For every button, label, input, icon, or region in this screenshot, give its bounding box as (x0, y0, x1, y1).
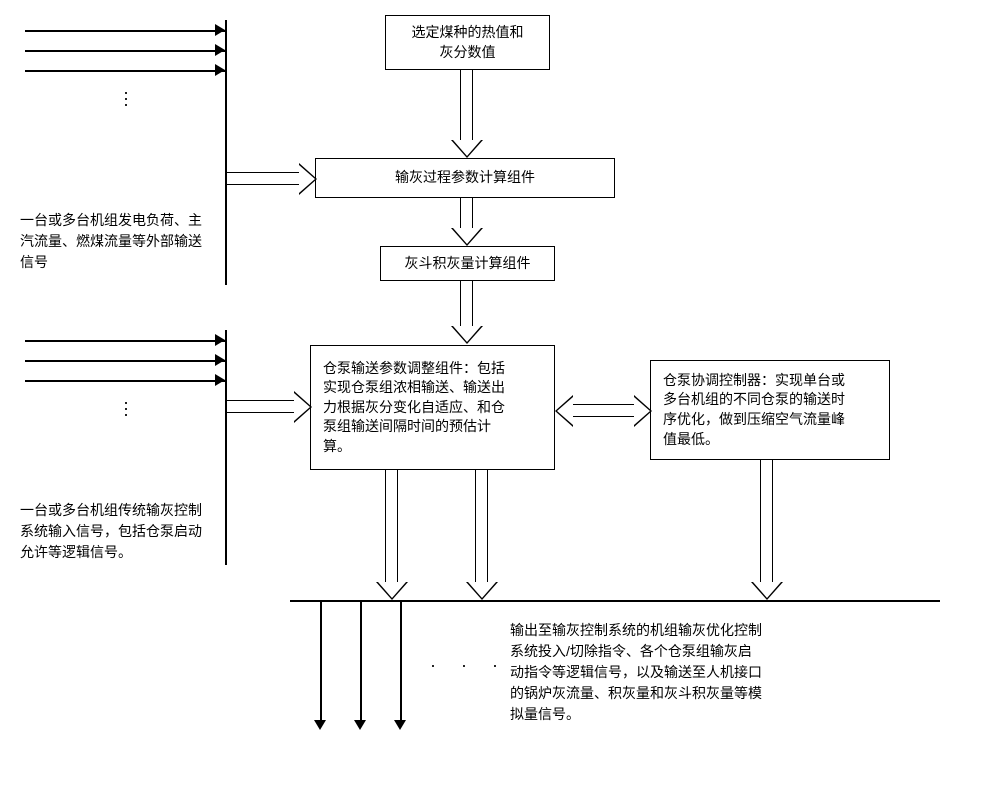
input-arrow-b3-head (215, 374, 225, 386)
dots-output: · · · (430, 655, 508, 676)
output-bus (290, 600, 940, 602)
input-bus-bottom (225, 330, 227, 565)
output-arrow-3-head (394, 720, 406, 730)
input-arrow-b1 (25, 340, 225, 342)
param-adjust-text: 仓泵输送参数调整组件：包括 实现仓泵组浓相输送、输送出 力根据灰分变化自适应、和… (323, 359, 505, 457)
arrow-coord-to-param-left (573, 404, 634, 417)
output-arrow-2-head (354, 720, 366, 730)
input-arrow-1 (25, 30, 225, 32)
input-arrow-b1-head (215, 334, 225, 346)
input-bus-top (225, 20, 227, 285)
input-arrow-2-head (215, 44, 225, 56)
arrow-coord-to-bus (760, 460, 773, 582)
hopper-calc-box: 灰斗积灰量计算组件 (380, 246, 555, 281)
arrow-hopper-to-param (460, 281, 473, 326)
output-arrow-1-head (314, 720, 326, 730)
input-top-label: 一台或多台机组发电负荷、主 汽流量、燃煤流量等外部输送 信号 (20, 210, 220, 273)
input-bottom-label: 一台或多台机组传统输灰控制 系统输入信号，包括仓泵启动 允许等逻辑信号。 (20, 500, 220, 563)
dots-bottom: ⋯ (115, 400, 137, 422)
input-arrow-b2-head (215, 354, 225, 366)
arrow-bus-to-param (227, 400, 294, 413)
hopper-calc-text: 灰斗积灰量计算组件 (405, 254, 531, 274)
coordinator-box: 仓泵协调控制器：实现单台或 多台机组的不同仓泵的输送时 序优化，做到压缩空气流量… (650, 360, 890, 460)
output-arrow-2 (360, 600, 362, 720)
input-arrow-3-head (215, 64, 225, 76)
param-adjust-box: 仓泵输送参数调整组件：包括 实现仓泵组浓相输送、输送出 力根据灰分变化自适应、和… (310, 345, 555, 470)
arrow-process-to-hopper (460, 198, 473, 228)
process-calc-text: 输灰过程参数计算组件 (395, 168, 535, 188)
coordinator-text: 仓泵协调控制器：实现单台或 多台机组的不同仓泵的输送时 序优化，做到压缩空气流量… (663, 371, 845, 449)
input-arrow-2 (25, 50, 225, 52)
output-arrow-3 (400, 600, 402, 720)
input-arrow-b3 (25, 380, 225, 382)
coal-input-box: 选定煤种的热值和 灰分数值 (385, 15, 550, 70)
arrow-param-to-bus-2 (475, 470, 488, 582)
output-arrow-1 (320, 600, 322, 720)
arrow-coal-to-process (460, 70, 473, 140)
coal-input-text: 选定煤种的热值和 灰分数值 (412, 23, 524, 62)
arrow-bus-to-process (227, 172, 299, 185)
arrow-param-to-bus-1 (385, 470, 398, 582)
input-arrow-1-head (215, 24, 225, 36)
process-calc-box: 输灰过程参数计算组件 (315, 158, 615, 198)
input-arrow-3 (25, 70, 225, 72)
output-label: 输出至输灰控制系统的机组输灰优化控制 系统投入/切除指令、各个仓泵组输灰启 动指… (510, 620, 800, 725)
dots-top: ⋯ (115, 90, 137, 112)
input-arrow-b2 (25, 360, 225, 362)
